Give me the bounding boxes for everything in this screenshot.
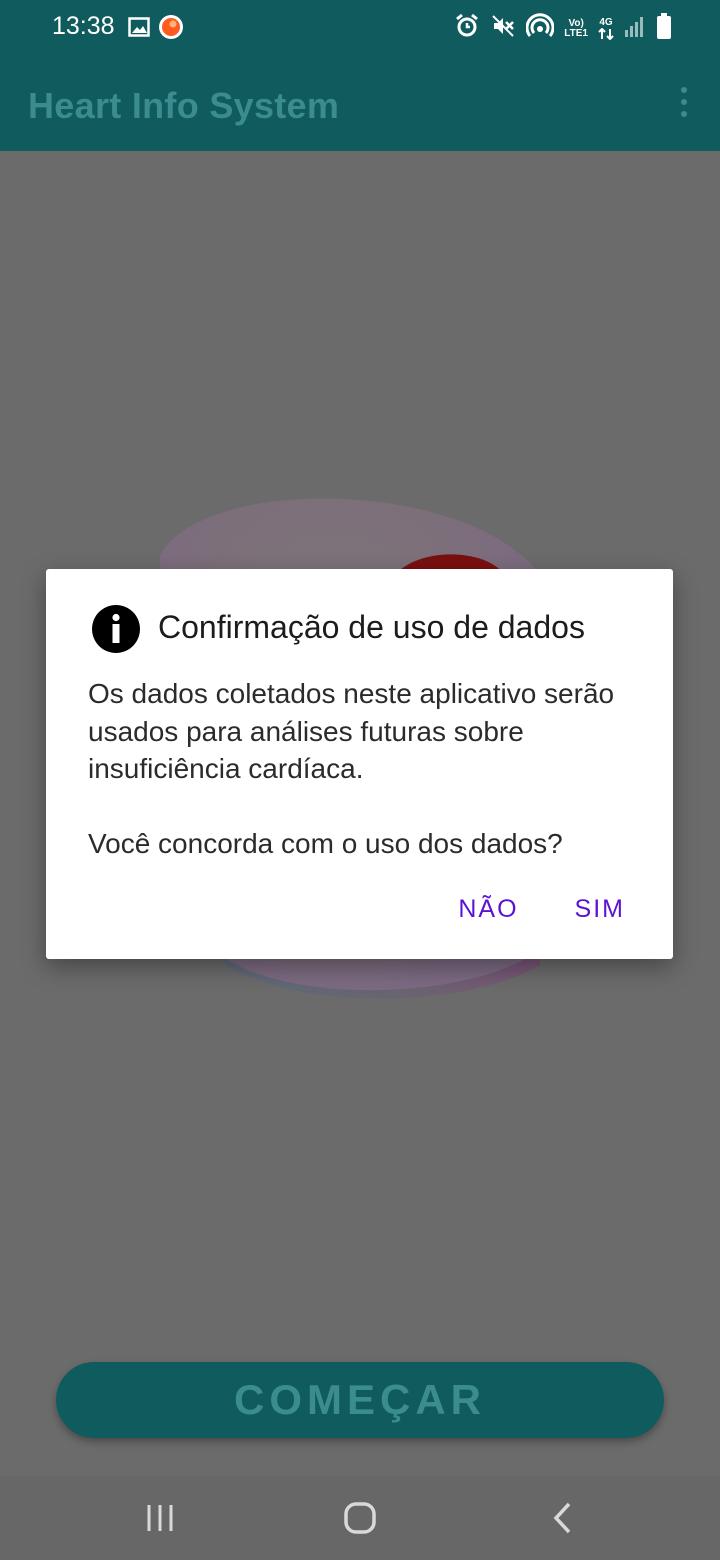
- overflow-menu-icon[interactable]: [678, 87, 690, 117]
- network-label-top: Vo): [568, 17, 584, 29]
- recent-apps-icon[interactable]: [142, 1500, 182, 1536]
- mute-icon: [490, 13, 516, 44]
- info-icon: [92, 605, 140, 653]
- data-usage-dialog: Confirmação de uso de dados Os dados col…: [46, 569, 673, 959]
- status-left-icons: [128, 14, 184, 45]
- status-time: 13:38: [52, 12, 115, 40]
- menu-dot: [681, 99, 687, 105]
- battery-icon: [656, 12, 672, 45]
- app-bar: Heart Info System: [0, 55, 720, 151]
- navigation-bar: [0, 1476, 720, 1560]
- start-button[interactable]: COMEÇAR: [56, 1362, 664, 1438]
- start-button-label: COMEÇAR: [234, 1376, 486, 1423]
- dialog-message: Os dados coletados neste aplicativo serã…: [88, 678, 615, 859]
- home-icon[interactable]: [340, 1500, 380, 1536]
- no-button[interactable]: NÃO: [458, 895, 518, 924]
- 4g-data-icon: 4G: [598, 16, 614, 40]
- network-label-bottom: LTE1: [564, 27, 588, 39]
- signal-icon: [624, 14, 646, 43]
- volte-icon: Vo) LTE1: [564, 17, 588, 39]
- dialog-title: Confirmação de uso de dados: [158, 609, 585, 645]
- gallery-icon: [128, 16, 150, 43]
- alarm-icon: [454, 13, 480, 44]
- back-icon[interactable]: [545, 1500, 585, 1536]
- data-label: 4G: [599, 16, 613, 28]
- dialog-actions: NÃO SIM: [458, 895, 625, 924]
- menu-dot: [681, 111, 687, 117]
- app-title: Heart Info System: [28, 85, 340, 126]
- notification-app-icon: [158, 14, 184, 45]
- menu-dot: [681, 87, 687, 93]
- status-right-icons: Vo) LTE1 4G: [454, 12, 672, 45]
- status-bar: 13:38 Vo) LTE1 4G: [0, 0, 720, 55]
- hotspot-icon: [525, 13, 555, 44]
- yes-button[interactable]: SIM: [575, 895, 625, 924]
